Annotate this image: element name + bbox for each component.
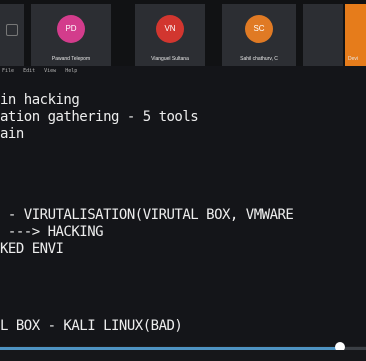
- participant-tile[interactable]: PD Pawand Telepom: [31, 4, 111, 66]
- terminal-menu-bar: File Edit View Help: [0, 68, 366, 78]
- menu-edit[interactable]: Edit: [23, 68, 35, 74]
- terminal-line: ain: [0, 126, 24, 142]
- menu-view[interactable]: View: [44, 68, 56, 74]
- participant-tile[interactable]: [0, 4, 24, 66]
- active-speaker-tile[interactable]: Devi: [345, 4, 366, 66]
- participant-tile[interactable]: VN Vianguel Sultana: [135, 4, 205, 66]
- terminal-line: L BOX - KALI LINUX(BAD): [0, 318, 183, 334]
- avatar: SC: [245, 15, 273, 43]
- terminal-line: ation gathering - 5 tools: [0, 109, 199, 125]
- participant-name: Vianguel Sultana: [151, 56, 189, 62]
- screen-share-icon: [6, 24, 18, 36]
- menu-help[interactable]: Help: [65, 68, 77, 74]
- participant-strip: PD Pawand Telepom VN Vianguel Sultana SC…: [0, 0, 366, 66]
- participant-name: Pawand Telepom: [51, 56, 91, 62]
- terminal-line: ---> HACKING: [0, 224, 104, 240]
- terminal-window[interactable]: File Edit View Help in hacking ation gat…: [0, 66, 366, 346]
- participant-name: Devi: [348, 56, 359, 62]
- participant-tile[interactable]: [303, 4, 343, 66]
- terminal-line: - VIRUTALISATION(VIRUTAL BOX, VMWARE: [0, 207, 294, 223]
- avatar: VN: [156, 15, 184, 43]
- participant-name: Sahil chathurv, C: [240, 56, 278, 62]
- terminal-line: KED ENVI: [0, 241, 64, 257]
- participant-tile[interactable]: SC Sahil chathurv, C: [222, 4, 296, 66]
- bottom-bar: [0, 350, 366, 361]
- menu-file[interactable]: File: [2, 68, 14, 74]
- avatar: PD: [57, 15, 85, 43]
- terminal-line: in hacking: [0, 92, 80, 108]
